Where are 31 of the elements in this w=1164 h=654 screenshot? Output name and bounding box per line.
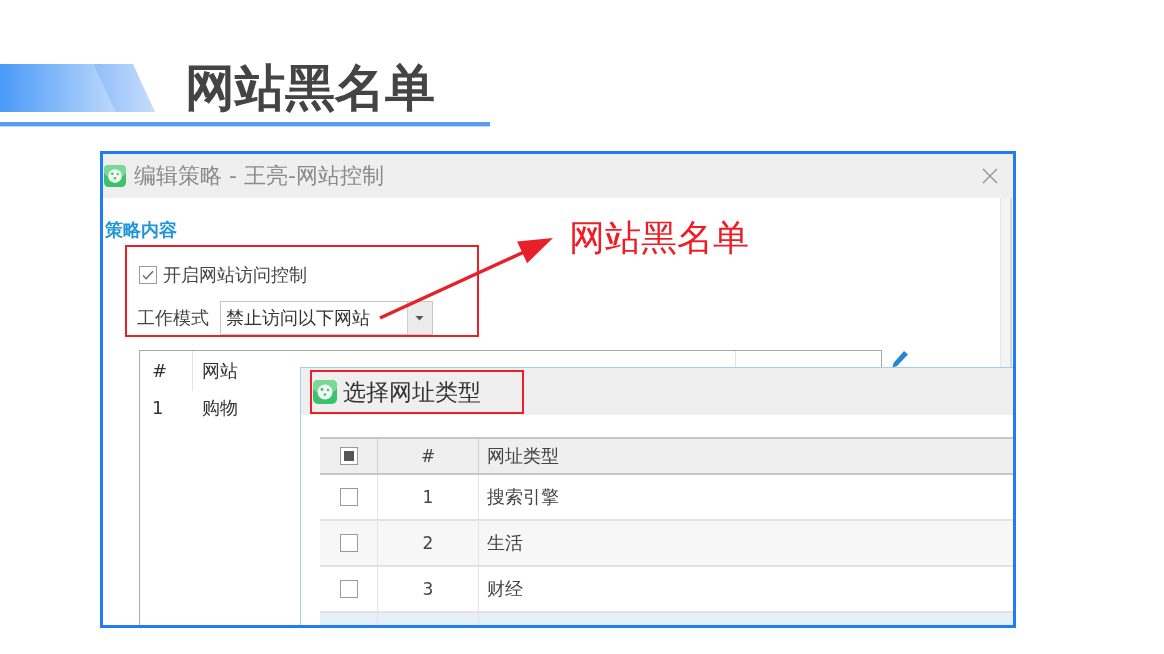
table-row[interactable]: 3 财经 <box>320 567 1013 613</box>
slide-title: 网站黑名单 <box>185 62 435 114</box>
column-header: # <box>378 439 479 473</box>
table-cell-text: 财经 <box>486 577 524 601</box>
app-icon <box>313 380 337 404</box>
table-row[interactable]: 1 搜索引擎 <box>320 475 1013 521</box>
dialog-title: 选择网址类型 <box>343 378 481 406</box>
annotation-text: 网站黑名单 <box>569 218 749 258</box>
table-cell-text: 生活 <box>486 531 524 555</box>
checkbox-label: 开启网站访问控制 <box>163 264 307 286</box>
close-icon[interactable] <box>982 168 998 184</box>
checkbox[interactable] <box>339 447 358 465</box>
table-cell: 2 <box>378 521 479 565</box>
mode-dropdown[interactable]: 禁止访问以下网站 <box>220 301 433 335</box>
table-cell: 1 <box>378 475 479 519</box>
column-header: # <box>152 360 168 382</box>
checkbox[interactable] <box>339 580 358 598</box>
table-row[interactable]: 2 生活 <box>320 521 1013 567</box>
table-cell: 购物 <box>202 397 238 419</box>
checkbox[interactable] <box>139 266 157 284</box>
table-cell-text: 搜索引擎 <box>486 485 560 509</box>
checkbox[interactable] <box>339 488 358 506</box>
table-cell: 3 <box>378 567 479 611</box>
column-header: 网站 <box>202 360 238 382</box>
window-title: 编辑策略 - 王亮-网站控制 <box>134 163 384 189</box>
table-cell: 1 <box>152 397 164 419</box>
section-title: 策略内容 <box>105 220 177 240</box>
caret-icon[interactable] <box>407 302 432 334</box>
column-header: 网址类型 <box>486 444 560 468</box>
checkbox[interactable] <box>339 534 358 552</box>
field-label: 工作模式 <box>137 307 209 329</box>
